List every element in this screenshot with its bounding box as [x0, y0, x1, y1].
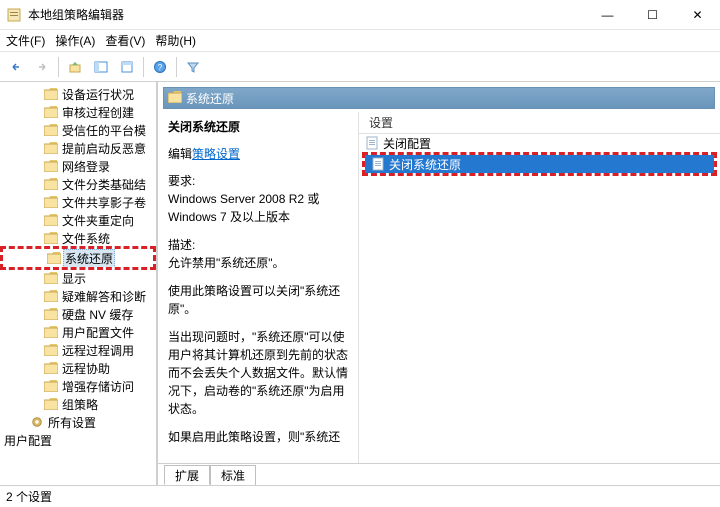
- folder-icon: [44, 160, 58, 172]
- tree-pane[interactable]: 设备运行状况审核过程创建受信任的平台模提前启动反恶意网络登录文件分类基础结文件共…: [0, 82, 158, 485]
- folder-icon: [44, 362, 58, 374]
- folder-icon: [44, 142, 58, 154]
- folder-icon: [44, 326, 58, 338]
- toolbar: ?: [0, 52, 720, 82]
- folder-icon: [44, 380, 58, 392]
- requirement-text: Windows Server 2008 R2 或 Windows 7 及以上版本: [168, 192, 319, 224]
- tree-item[interactable]: 硬盘 NV 缓存: [0, 305, 156, 323]
- tree-item[interactable]: 文件夹重定向: [0, 211, 156, 229]
- policy-icon: [371, 157, 385, 171]
- tree-item[interactable]: 受信任的平台模: [0, 121, 156, 139]
- show-hide-tree-button[interactable]: [89, 55, 113, 79]
- tree-item[interactable]: 增强存储访问: [0, 377, 156, 395]
- menu-action[interactable]: 操作(A): [55, 32, 95, 49]
- folder-icon: [44, 232, 58, 244]
- tree-item[interactable]: 组策略: [0, 395, 156, 413]
- menu-bar: 文件(F) 操作(A) 查看(V) 帮助(H): [0, 30, 720, 52]
- detail-pane: 系统还原 关闭系统还原 编辑策略设置 要求: Windows Server 20…: [158, 82, 720, 485]
- tree-item[interactable]: 文件系统: [0, 229, 156, 247]
- folder-icon: [44, 272, 58, 284]
- folder-icon: [44, 214, 58, 226]
- folder-icon: [44, 106, 58, 118]
- folder-icon: [168, 91, 182, 103]
- description-pane: 关闭系统还原 编辑策略设置 要求: Windows Server 2008 R2…: [158, 112, 358, 463]
- tree-item[interactable]: 网络登录: [0, 157, 156, 175]
- tree-item[interactable]: 系统还原: [3, 249, 153, 267]
- tree-item[interactable]: 远程过程调用: [0, 341, 156, 359]
- group-header: 系统还原: [160, 84, 718, 110]
- tree-item[interactable]: 文件分类基础结: [0, 175, 156, 193]
- folder-icon: [44, 124, 58, 136]
- app-icon: [6, 7, 22, 23]
- folder-icon: [44, 344, 58, 356]
- folder-icon: [44, 88, 58, 100]
- edit-policy-link[interactable]: 策略设置: [192, 147, 240, 161]
- policy-icon: [365, 136, 379, 150]
- tree-item[interactable]: 文件共享影子卷: [0, 193, 156, 211]
- policy-row[interactable]: 关闭配置: [359, 134, 720, 152]
- menu-file[interactable]: 文件(F): [6, 32, 45, 49]
- filter-button[interactable]: [181, 55, 205, 79]
- folder-icon: [44, 398, 58, 410]
- highlight-box: 系统还原: [0, 246, 156, 270]
- window-title: 本地组策略编辑器: [28, 6, 124, 23]
- title-bar: 本地组策略编辑器 — ☐ ✕: [0, 0, 720, 30]
- menu-view[interactable]: 查看(V): [105, 32, 145, 49]
- policy-row-selected[interactable]: 关闭系统还原: [365, 155, 714, 173]
- settings-list: 设置 关闭配置 关闭系统还原: [358, 112, 720, 463]
- settings-icon: [30, 416, 44, 428]
- tree-item[interactable]: 显示: [0, 269, 156, 287]
- menu-help[interactable]: 帮助(H): [155, 32, 196, 49]
- folder-icon: [44, 196, 58, 208]
- help-button[interactable]: ?: [148, 55, 172, 79]
- tree-item[interactable]: 远程协助: [0, 359, 156, 377]
- bottom-tabs: 扩展 标准: [158, 463, 720, 485]
- settings-header[interactable]: 设置: [359, 112, 720, 134]
- up-button[interactable]: [63, 55, 87, 79]
- maximize-button[interactable]: ☐: [630, 0, 675, 30]
- tab-extended[interactable]: 扩展: [164, 465, 210, 485]
- tree-item-all-settings[interactable]: 所有设置: [0, 413, 156, 431]
- minimize-button[interactable]: —: [585, 0, 630, 30]
- tree-item-user-config[interactable]: 用户配置: [0, 431, 156, 449]
- folder-icon: [44, 290, 58, 302]
- close-button[interactable]: ✕: [675, 0, 720, 30]
- svg-text:?: ?: [158, 63, 163, 72]
- requirement-label: 要求:: [168, 174, 195, 188]
- properties-button[interactable]: [115, 55, 139, 79]
- tree-item[interactable]: 审核过程创建: [0, 103, 156, 121]
- tree-item[interactable]: 设备运行状况: [0, 85, 156, 103]
- tab-standard[interactable]: 标准: [210, 465, 256, 485]
- tree-item[interactable]: 用户配置文件: [0, 323, 156, 341]
- group-title: 系统还原: [186, 90, 234, 107]
- highlight-box: 关闭系统还原: [362, 152, 717, 176]
- folder-icon: [44, 308, 58, 320]
- policy-title: 关闭系统还原: [168, 118, 350, 135]
- tree-item[interactable]: 疑难解答和诊断: [0, 287, 156, 305]
- description-label: 描述:: [168, 238, 195, 252]
- back-button[interactable]: [4, 55, 28, 79]
- forward-button[interactable]: [30, 55, 54, 79]
- folder-icon: [44, 178, 58, 190]
- main-content: 设备运行状况审核过程创建受信任的平台模提前启动反恶意网络登录文件分类基础结文件共…: [0, 82, 720, 485]
- folder-icon: [47, 252, 61, 264]
- status-text: 2 个设置: [6, 488, 52, 505]
- tree-item[interactable]: 提前启动反恶意: [0, 139, 156, 157]
- status-bar: 2 个设置: [0, 485, 720, 507]
